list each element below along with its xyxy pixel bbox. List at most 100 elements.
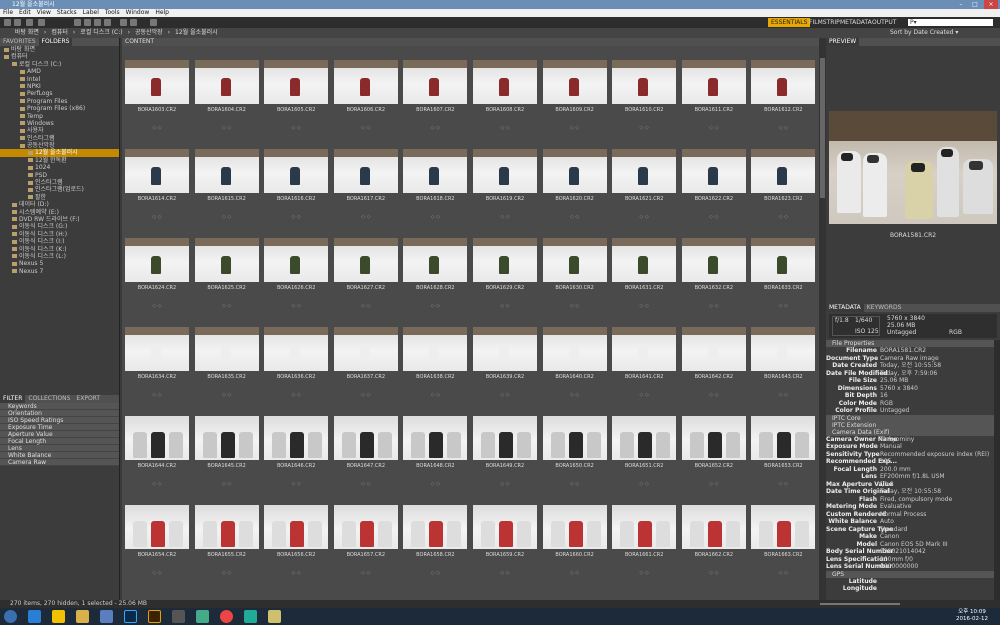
thumbnail-image[interactable]: [612, 238, 677, 282]
thumbnail-cell[interactable]: BORA1653.CR2 ◇ ◇: [749, 402, 817, 491]
thumbnail-cell[interactable]: BORA1652.CR2 ◇ ◇: [680, 402, 748, 491]
thumbnail-image[interactable]: [473, 60, 537, 104]
thumbnail-cell[interactable]: BORA1644.CR2 ◇ ◇: [123, 402, 191, 491]
tab-favorites[interactable]: FAVORITES: [0, 38, 39, 46]
workspace-menu-icon[interactable]: [150, 19, 157, 26]
rating-dots[interactable]: ◇ ◇: [193, 481, 261, 487]
bridge-icon[interactable]: [148, 610, 161, 623]
thumbnail-image[interactable]: [542, 238, 607, 282]
metadata-scrollbar[interactable]: [994, 340, 1000, 600]
rating-dots[interactable]: ◇ ◇: [680, 303, 748, 309]
rating-dots[interactable]: ◇ ◇: [401, 303, 469, 309]
thumbnail-image[interactable]: [264, 416, 329, 460]
thumbnail-cell[interactable]: BORA1645.CR2 ◇ ◇: [193, 402, 261, 491]
thumbnail-image[interactable]: [264, 60, 329, 104]
rating-dots[interactable]: ◇ ◇: [332, 481, 400, 487]
folder-tree-item[interactable]: 이동식 디스크 (L:): [0, 253, 119, 260]
thumbnail-cell[interactable]: BORA1629.CR2 ◇ ◇: [471, 224, 539, 313]
tab-export[interactable]: EXPORT: [73, 395, 103, 403]
sort-dropdown[interactable]: Sort by Date Created ▾: [890, 28, 958, 38]
thumbnail-cell[interactable]: BORA1635.CR2 ◇ ◇: [193, 313, 261, 402]
thumbnail-image[interactable]: [333, 149, 398, 193]
thumbnail-cell[interactable]: BORA1650.CR2 ◇ ◇: [541, 402, 609, 491]
workspace-output[interactable]: OUTPUT: [869, 18, 899, 27]
thumbnail-image[interactable]: [612, 327, 677, 371]
breadcrumb-item[interactable]: 로컬 디스크 (C:): [80, 29, 122, 36]
camera-import-icon[interactable]: [74, 19, 81, 26]
folder-tree-item[interactable]: 로컬 디스크 (C:): [0, 61, 119, 68]
folder-tree-item[interactable]: 이동식 디스크 (G:): [0, 223, 119, 230]
thumbnail-cell[interactable]: BORA1606.CR2 ◇ ◇: [332, 46, 400, 135]
thumbnail-cell[interactable]: BORA1630.CR2 ◇ ◇: [541, 224, 609, 313]
chrome-icon[interactable]: [220, 610, 233, 623]
filter-category[interactable]: Keywords: [0, 403, 119, 410]
rating-dots[interactable]: ◇ ◇: [262, 481, 330, 487]
rating-dots[interactable]: ◇ ◇: [680, 125, 748, 131]
rating-dots[interactable]: ◇ ◇: [749, 214, 817, 220]
thumbnail-cell[interactable]: BORA1625.CR2 ◇ ◇: [193, 224, 261, 313]
thumbnail-image[interactable]: [751, 416, 816, 460]
rating-dots[interactable]: ◇ ◇: [471, 303, 539, 309]
thumbnail-image[interactable]: [125, 327, 189, 371]
rating-dots[interactable]: ◇ ◇: [401, 392, 469, 398]
folder-tree-item[interactable]: 12월 한독환: [0, 157, 119, 164]
rating-dots[interactable]: ◇ ◇: [332, 392, 400, 398]
folder-tree-item[interactable]: Program Files: [0, 98, 119, 105]
thumbnail-image[interactable]: [125, 60, 189, 104]
thumbnail-image[interactable]: [194, 149, 259, 193]
folder-tree-item[interactable]: 데이터 (D:): [0, 201, 119, 208]
rating-dots[interactable]: ◇ ◇: [193, 392, 261, 398]
back-icon[interactable]: [4, 19, 11, 26]
rating-dots[interactable]: ◇ ◇: [471, 214, 539, 220]
thumbnail-cell[interactable]: BORA1632.CR2 ◇ ◇: [680, 224, 748, 313]
rating-dots[interactable]: ◇ ◇: [680, 392, 748, 398]
thumbnail-cell[interactable]: BORA1658.CR2 ◇ ◇: [401, 491, 469, 580]
rotate-left-icon[interactable]: [120, 19, 127, 26]
thumbnail-cell[interactable]: BORA1640.CR2 ◇ ◇: [541, 313, 609, 402]
thumbnail-cell[interactable]: BORA1617.CR2 ◇ ◇: [332, 135, 400, 224]
thumbnail-cell[interactable]: BORA1620.CR2 ◇ ◇: [541, 135, 609, 224]
breadcrumb-item[interactable]: 12월 을소불러시: [175, 29, 218, 36]
tab-metadata[interactable]: METADATA: [826, 304, 864, 312]
thumbnail-image[interactable]: [403, 416, 468, 460]
thumbnail-cell[interactable]: BORA1646.CR2 ◇ ◇: [262, 402, 330, 491]
preview-tab[interactable]: PREVIEW: [826, 38, 860, 46]
rotate-right-icon[interactable]: [130, 19, 137, 26]
thumbnail-cell[interactable]: BORA1642.CR2 ◇ ◇: [680, 313, 748, 402]
thumbnail-image[interactable]: [612, 505, 677, 549]
rating-dots[interactable]: ◇ ◇: [332, 214, 400, 220]
thumbnail-cell[interactable]: BORA1611.CR2 ◇ ◇: [680, 46, 748, 135]
content-tab[interactable]: CONTENT: [122, 38, 819, 46]
folder-tree-item[interactable]: 사용자: [0, 127, 119, 134]
rating-dots[interactable]: ◇ ◇: [610, 214, 678, 220]
thumbnail-cell[interactable]: BORA1604.CR2 ◇ ◇: [193, 46, 261, 135]
thumbnail-cell[interactable]: BORA1639.CR2 ◇ ◇: [471, 313, 539, 402]
rating-dots[interactable]: ◇ ◇: [471, 392, 539, 398]
app3-icon[interactable]: [244, 610, 257, 623]
thumbnail-cell[interactable]: BORA1624.CR2 ◇ ◇: [123, 224, 191, 313]
menu-window[interactable]: Window: [126, 9, 150, 17]
thumbnail-image[interactable]: [125, 149, 189, 193]
rating-dots[interactable]: ◇ ◇: [541, 570, 609, 576]
thumbnail-cell[interactable]: BORA1612.CR2 ◇ ◇: [749, 46, 817, 135]
folder-tree-item[interactable]: 이동식 디스크 (I:): [0, 238, 119, 245]
thumbnail-image[interactable]: [751, 60, 816, 104]
thumbnail-cell[interactable]: BORA1619.CR2 ◇ ◇: [471, 135, 539, 224]
folder-tree-item[interactable]: 시스템예약 (E:): [0, 209, 119, 216]
rating-dots[interactable]: ◇ ◇: [123, 303, 191, 309]
thumbnail-cell[interactable]: BORA1636.CR2 ◇ ◇: [262, 313, 330, 402]
filter-category[interactable]: Lens: [0, 445, 119, 452]
rating-dots[interactable]: ◇ ◇: [123, 125, 191, 131]
folder-tree-item[interactable]: 컴퓨터: [0, 53, 119, 60]
menu-help[interactable]: Help: [155, 9, 169, 17]
thumbnail-cell[interactable]: BORA1623.CR2 ◇ ◇: [749, 135, 817, 224]
thumbnail-cell[interactable]: BORA1628.CR2 ◇ ◇: [401, 224, 469, 313]
thumbnail-cell[interactable]: BORA1616.CR2 ◇ ◇: [262, 135, 330, 224]
folder-tree-item[interactable]: PerfLogs: [0, 90, 119, 97]
thumbnail-image[interactable]: [612, 60, 677, 104]
rating-dots[interactable]: ◇ ◇: [541, 214, 609, 220]
breadcrumb-item[interactable]: 공동산악장: [135, 29, 163, 36]
thumbnail-cell[interactable]: BORA1631.CR2 ◇ ◇: [610, 224, 678, 313]
workspace-essentials[interactable]: ESSENTIALS: [768, 18, 811, 27]
rating-dots[interactable]: ◇ ◇: [541, 481, 609, 487]
